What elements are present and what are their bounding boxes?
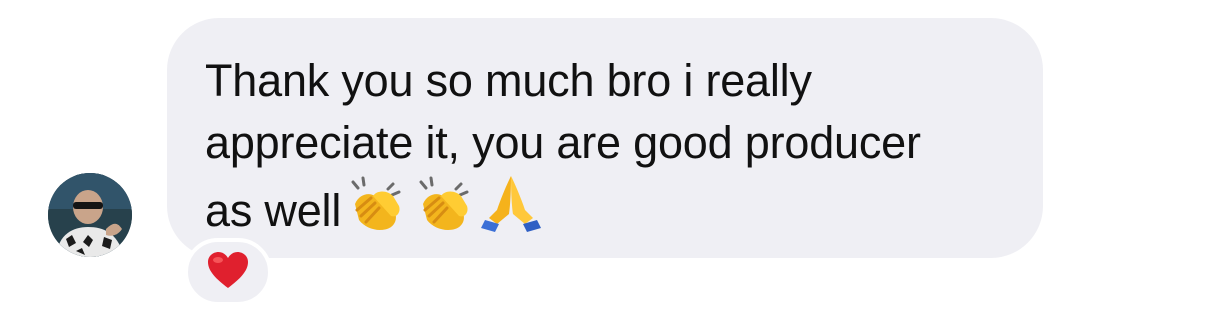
sender-avatar[interactable] [48, 173, 132, 257]
folded-hands-icon [479, 174, 543, 248]
message-line-1: Thank you so much bro i really [205, 55, 812, 106]
red-heart-icon [206, 250, 250, 295]
message-bubble[interactable]: Thank you so much bro i really appreciat… [167, 18, 1043, 258]
message-line-2: appreciate it, you are good producer [205, 117, 921, 168]
clapping-hands-icon [343, 176, 409, 248]
message-line-3: as well [205, 174, 1013, 248]
chat-thread: Thank you so much bro i really appreciat… [0, 0, 1206, 326]
avatar-photo-icon [48, 173, 132, 257]
clapping-hands-icon [411, 176, 477, 248]
reaction-badge[interactable] [184, 238, 272, 306]
message-line-3-text: as well [205, 185, 342, 236]
